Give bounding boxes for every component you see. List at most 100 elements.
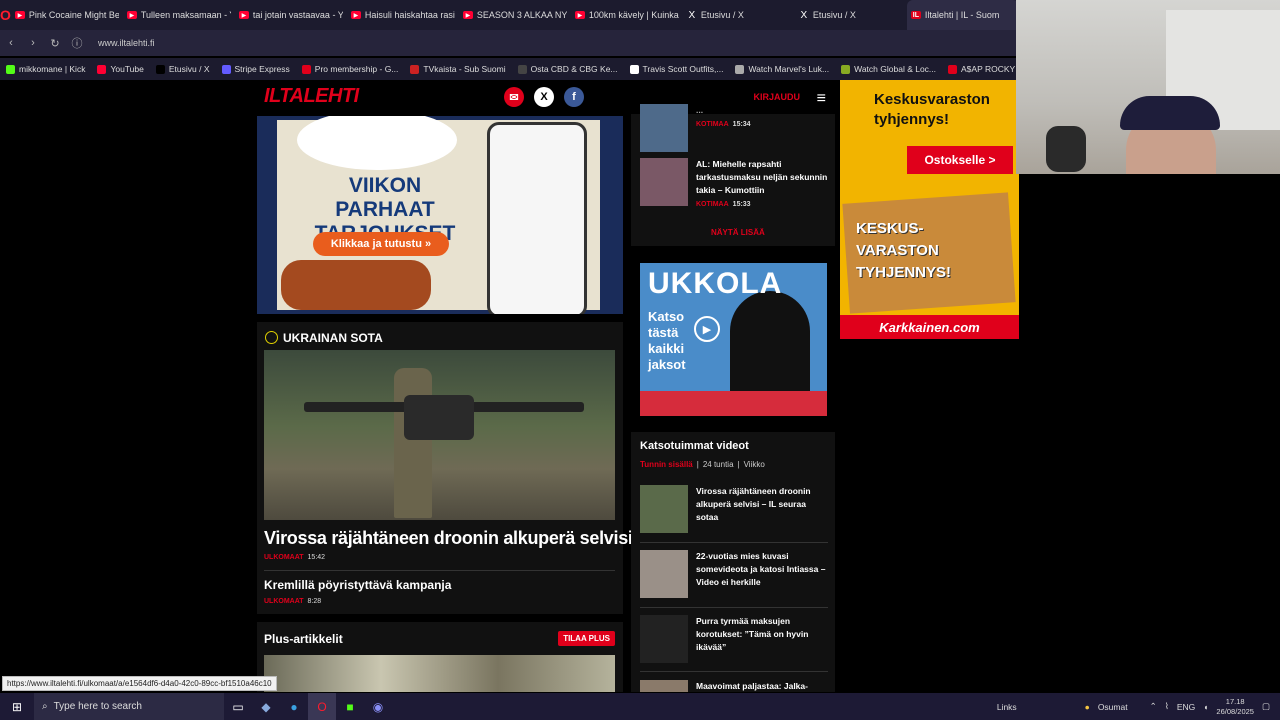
grocery-ad[interactable]: VIIKON PARHAAT TARJOUKSET Klikkaa ja tut…: [257, 116, 623, 314]
ad-cta-button[interactable]: Klikkaa ja tutustu »: [313, 232, 449, 256]
video-title[interactable]: Purra tyrmää maksujen korotukset: ”Tämä …: [696, 615, 828, 654]
bookmark-item[interactable]: Osta CBD & CBG Ke...: [512, 64, 624, 74]
x-share-icon[interactable]: X: [534, 87, 554, 107]
language-indicator[interactable]: ENG: [1177, 702, 1195, 712]
edge-icon[interactable]: ●: [280, 693, 308, 720]
category-label[interactable]: ULKOMAAT: [264, 598, 304, 605]
forward-icon[interactable]: ›: [22, 37, 44, 49]
section-label[interactable]: UKRAINAN SOTA: [283, 331, 383, 345]
ukkola-promo[interactable]: UKKOLA Katso tästä kaikki jaksot ▶: [640, 263, 827, 416]
plus-article-image[interactable]: [264, 655, 615, 692]
reload-icon[interactable]: ↻: [44, 37, 66, 50]
article-title[interactable]: AL: Miehelle rapsahti tarkastusmaksu nel…: [696, 158, 828, 197]
tab-hour[interactable]: Tunnin sisällä: [640, 460, 693, 469]
article-title[interactable]: ...: [696, 104, 828, 117]
plate-image: [297, 116, 457, 170]
browser-tab[interactable]: X Etusivu / X: [795, 0, 907, 30]
facebook-icon[interactable]: f: [564, 87, 584, 107]
play-icon[interactable]: ▶: [694, 316, 720, 342]
discord-icon[interactable]: ◉: [364, 693, 392, 720]
back-icon[interactable]: ‹: [0, 37, 22, 49]
address-bar: ‹ › ↻ ⓘ www.iltalehti.fi: [0, 30, 1016, 56]
mail-icon[interactable]: ✉: [504, 87, 524, 107]
tab-title: tai jotain vastaavaa - YouT: [252, 10, 343, 20]
category-label[interactable]: KOTIMAA: [696, 198, 729, 211]
browser-tab[interactable]: IL Iltalehti | IL - Suom: [906, 0, 1019, 30]
bookmark-item[interactable]: YouTube: [91, 64, 149, 74]
volume-icon[interactable]: ◖: [1203, 702, 1208, 712]
bookmark-item[interactable]: TVkaista - Sub Suomi: [404, 64, 511, 74]
windows-start-icon[interactable]: ⊞: [0, 693, 34, 720]
bookmark-label: Osta CBD & CBG Ke...: [530, 64, 618, 74]
iltalehti-logo[interactable]: ILTALEHTI: [264, 85, 359, 108]
site-info-icon[interactable]: ⓘ: [66, 35, 88, 51]
tab-title: Haisuli haiskahtaa rasism: [364, 10, 455, 20]
notification-icon[interactable]: ▢: [1262, 701, 1270, 712]
bookmark-item[interactable]: Pro membership - G...: [296, 64, 405, 74]
divider: [640, 542, 828, 543]
bookmark-item[interactable]: Stripe Express: [216, 64, 296, 74]
tab-24h[interactable]: 24 tuntia: [703, 460, 734, 469]
opera-menu-icon[interactable]: O: [0, 0, 11, 30]
bookmark-favicon-icon: [517, 64, 527, 74]
main-headline[interactable]: Virossa räjähtäneen droonin alkuperä sel…: [264, 528, 633, 549]
url-field[interactable]: www.iltalehti.fi: [98, 38, 155, 48]
weather-icon: ●: [1084, 701, 1090, 712]
browser-tab[interactable]: ▶Haisuli haiskahtaa rasism: [347, 0, 459, 30]
links-toolbar[interactable]: Links: [997, 702, 1017, 712]
bookmark-label: A$AP ROCKY x PU...: [961, 64, 1016, 74]
most-watched-videos: Katsotuimmat videot Tunnin sisällä | 24 …: [631, 432, 835, 692]
bookmark-item[interactable]: Watch Global & Loc...: [835, 64, 942, 74]
bookmark-item[interactable]: Etusivu / X: [150, 64, 216, 74]
bookmark-item[interactable]: mikkomane | Kick: [0, 64, 91, 74]
ad-headline: Keskusvaraston tyhjennys!: [874, 91, 990, 128]
ad-shop-button[interactable]: Ostokselle >: [907, 146, 1013, 174]
browser-tab[interactable]: ▶SEASON 3 ALKAA NYT! M: [459, 0, 571, 30]
karkkainen-ad[interactable]: Keskusvaraston tyhjennys! Ostokselle > K…: [840, 80, 1019, 339]
video-title[interactable]: 22-vuotias mies kuvasi somevideota ja ka…: [696, 550, 828, 589]
task-view-icon[interactable]: ▭: [224, 693, 252, 720]
app-icon[interactable]: ◆: [252, 693, 280, 720]
tab-week[interactable]: Viikko: [744, 460, 765, 469]
x-icon: X: [800, 9, 808, 21]
category-label[interactable]: KOTIMAA: [696, 118, 729, 131]
weather-text[interactable]: Osumat: [1098, 702, 1128, 712]
sub-headline[interactable]: Kremlillä pöyristyttävä kampanja: [264, 578, 451, 592]
plus-section-title[interactable]: Plus-artikkelit: [264, 632, 343, 646]
bookmark-item[interactable]: Watch Marvel's Luk...: [729, 64, 835, 74]
obs-icon[interactable]: ■: [336, 693, 364, 720]
opera-icon[interactable]: O: [308, 693, 336, 720]
browser-tab[interactable]: ▶tai jotain vastaavaa - YouT: [235, 0, 347, 30]
divider: [640, 671, 828, 672]
login-link[interactable]: KIRJAUDU: [753, 92, 800, 102]
show-more-link[interactable]: NÄYTÄ LISÄÄ: [711, 228, 765, 237]
category-label[interactable]: ULKOMAAT: [264, 554, 304, 561]
drone-body: [404, 395, 474, 440]
article-meta: KOTIMAA 15:34: [696, 118, 828, 131]
bookmark-favicon-icon: [410, 64, 420, 74]
network-icon[interactable]: ⌇: [1165, 701, 1169, 712]
taskbar-search[interactable]: ⌕ Type here to search: [34, 693, 224, 720]
video-title[interactable]: Virossa räjähtäneen droonin alkuperä sel…: [696, 485, 828, 524]
bookmark-item[interactable]: A$AP ROCKY x PU...: [942, 64, 1016, 74]
browser-tab[interactable]: ▶ 100km kävely | Kuinka m: [571, 0, 683, 30]
browser-tab[interactable]: X Etusivu / X: [683, 0, 795, 30]
bookmark-label: Travis Scott Outfits,...: [642, 64, 724, 74]
tab-title: Etusivu / X: [700, 10, 744, 20]
bookmark-favicon-icon: [97, 64, 107, 74]
ad-footer-domain[interactable]: Karkkainen.com: [840, 315, 1019, 339]
bookmark-item[interactable]: Travis Scott Outfits,...: [624, 64, 730, 74]
hero-image-drone[interactable]: [264, 350, 615, 520]
bookmark-label: Etusivu / X: [168, 64, 210, 74]
chevron-up-icon[interactable]: ⌃: [1150, 701, 1157, 712]
browser-tab[interactable]: ▶Tulleen maksamaan - You: [123, 0, 235, 30]
bookmark-favicon-icon: [221, 64, 231, 74]
video-title[interactable]: Maavoimat paljastaa: Jalka-: [696, 680, 828, 693]
clock[interactable]: 17.18 26/08/2025: [1216, 697, 1254, 717]
browser-tab[interactable]: ▶Pink Cocaine Might Be Th: [11, 0, 123, 30]
subscribe-plus-button[interactable]: TILAA PLUS: [558, 631, 615, 646]
bookmark-favicon-icon: [948, 64, 958, 74]
headphones: [1046, 126, 1086, 172]
food-image: [281, 260, 431, 310]
tab-separator: |: [696, 460, 699, 469]
